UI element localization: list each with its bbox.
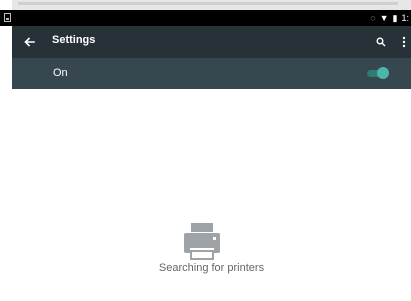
battery-icon: ▮ (392, 13, 398, 23)
wifi-icon: ▼ (379, 13, 389, 23)
toggle-thumb (377, 67, 389, 79)
empty-state: Searching for printers (0, 220, 411, 301)
sync-icon: ◌ (370, 13, 376, 23)
empty-state-message: Searching for printers (158, 262, 265, 274)
printer-icon (178, 220, 226, 264)
app-bar: Settings (12, 26, 411, 58)
print-settings-screen: ◌ ▼ ▮ 1: Settings On Searching for print… (0, 0, 411, 301)
overflow-menu-icon[interactable] (399, 33, 409, 51)
top-strip-inner (18, 2, 398, 5)
switch-label: On (53, 67, 68, 79)
status-indicators: ◌ ▼ ▮ 1: (370, 11, 409, 25)
status-bar: ◌ ▼ ▮ 1: (0, 10, 411, 26)
page-title: Settings (52, 34, 96, 46)
master-switch-bar[interactable]: On (12, 58, 411, 89)
back-arrow-icon[interactable] (20, 33, 38, 51)
search-icon[interactable] (373, 33, 389, 51)
notification-icon (4, 13, 11, 22)
status-time: 1: (401, 13, 409, 23)
top-strip (12, 0, 411, 10)
service-toggle[interactable] (367, 67, 389, 79)
